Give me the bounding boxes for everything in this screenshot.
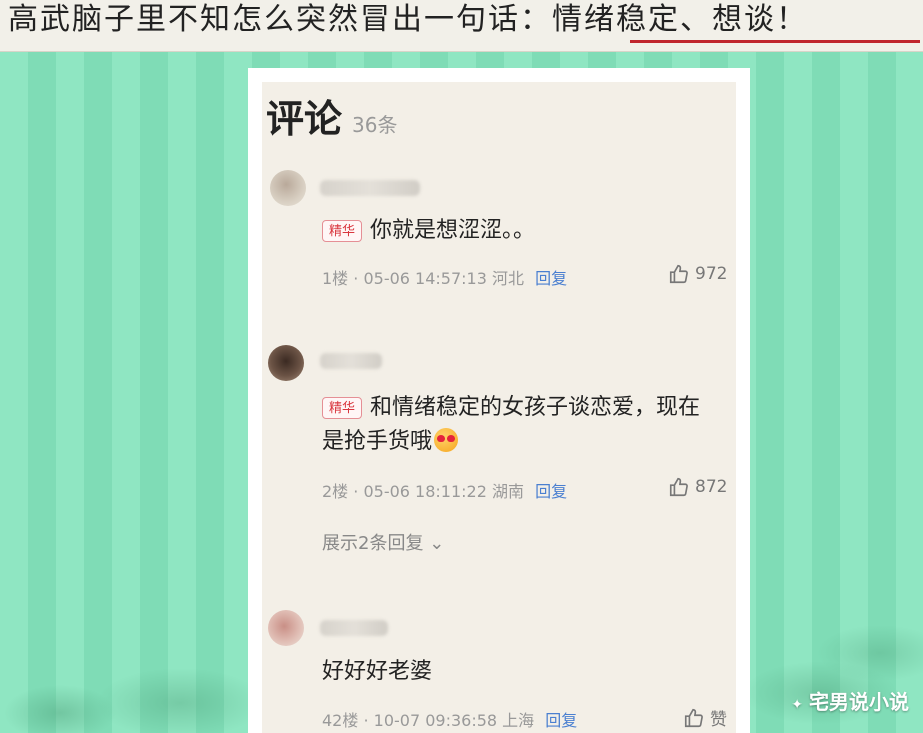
comment-floor: 2楼 — [322, 482, 349, 501]
comments-title: 评论 — [266, 97, 343, 141]
headline-strip: 高武脑子里不知怎么突然冒出一句话：情绪稳定、想谈！ — [0, 0, 923, 52]
comment-floor: 1楼 — [322, 269, 349, 288]
like-button[interactable]: 赞 — [683, 705, 727, 730]
thumbs-up-icon — [669, 264, 688, 284]
username-blurred[interactable] — [320, 180, 420, 196]
comment-text: 是抢手货哦 — [322, 429, 433, 454]
comment-location: 河北 — [491, 269, 524, 288]
comment-datetime: 10-07 09:36:58 — [373, 711, 498, 730]
expand-replies-button[interactable]: 展示2条回复 ⌄ — [322, 529, 444, 555]
comment-meta: 1楼 · 05-06 14:57:13 河北 回复 — [322, 269, 568, 288]
like-count: 872 — [695, 477, 728, 497]
avatar[interactable] — [268, 610, 304, 646]
comment-floor: 42楼 — [322, 711, 359, 730]
comment-text-line1: 和情绪稳定的女孩子谈恋爱，现在 — [370, 395, 701, 420]
username-blurred[interactable] — [320, 353, 382, 369]
chevron-down-icon: ⌄ — [429, 533, 445, 554]
username-blurred[interactable] — [320, 620, 388, 636]
reply-button[interactable]: 回复 — [545, 711, 577, 730]
headline-underline — [630, 40, 920, 43]
watermark: ✦ 宅男说小说 — [791, 686, 909, 715]
comments-header: 评论 36条 — [266, 88, 397, 143]
comment-text: 你就是想涩涩。。 — [370, 218, 536, 243]
comment-meta: 42楼 · 10-07 09:36:58 上海 回复 — [322, 711, 578, 730]
comment-datetime: 05-06 18:11:22 — [363, 482, 487, 501]
like-button[interactable]: 972 — [668, 263, 727, 285]
thumbs-up-icon — [684, 708, 703, 727]
reply-button[interactable]: 回复 — [535, 482, 567, 501]
thumbs-up-icon — [669, 477, 688, 497]
essence-badge: 精华 — [322, 220, 362, 242]
like-count: 972 — [695, 264, 728, 284]
comment-location: 湖南 — [491, 482, 524, 501]
like-label: 赞 — [710, 710, 727, 730]
reply-button[interactable]: 回复 — [535, 269, 567, 288]
expand-replies-label: 展示2条回复 — [322, 533, 424, 554]
watermark-logo-icon: ✦ — [791, 697, 803, 713]
comment-datetime: 05-06 14:57:13 — [363, 269, 487, 288]
comment-text: 好好好老婆 — [322, 659, 433, 684]
essence-badge: 精华 — [322, 397, 362, 419]
heart-eyes-emoji-icon — [434, 428, 459, 452]
avatar[interactable] — [270, 170, 306, 206]
headline-text: 高武脑子里不知怎么突然冒出一句话：情绪稳定、想谈！ — [8, 2, 808, 37]
comments-count: 36条 — [352, 113, 398, 137]
watermark-text: 宅男说小说 — [809, 690, 909, 714]
comment-meta: 2楼 · 05-06 18:11:22 湖南 回复 — [322, 482, 568, 501]
like-button[interactable]: 872 — [668, 476, 727, 498]
avatar[interactable] — [268, 345, 304, 381]
comment-location: 上海 — [502, 711, 535, 730]
comment-text-line2: 是抢手货哦 — [322, 425, 459, 459]
